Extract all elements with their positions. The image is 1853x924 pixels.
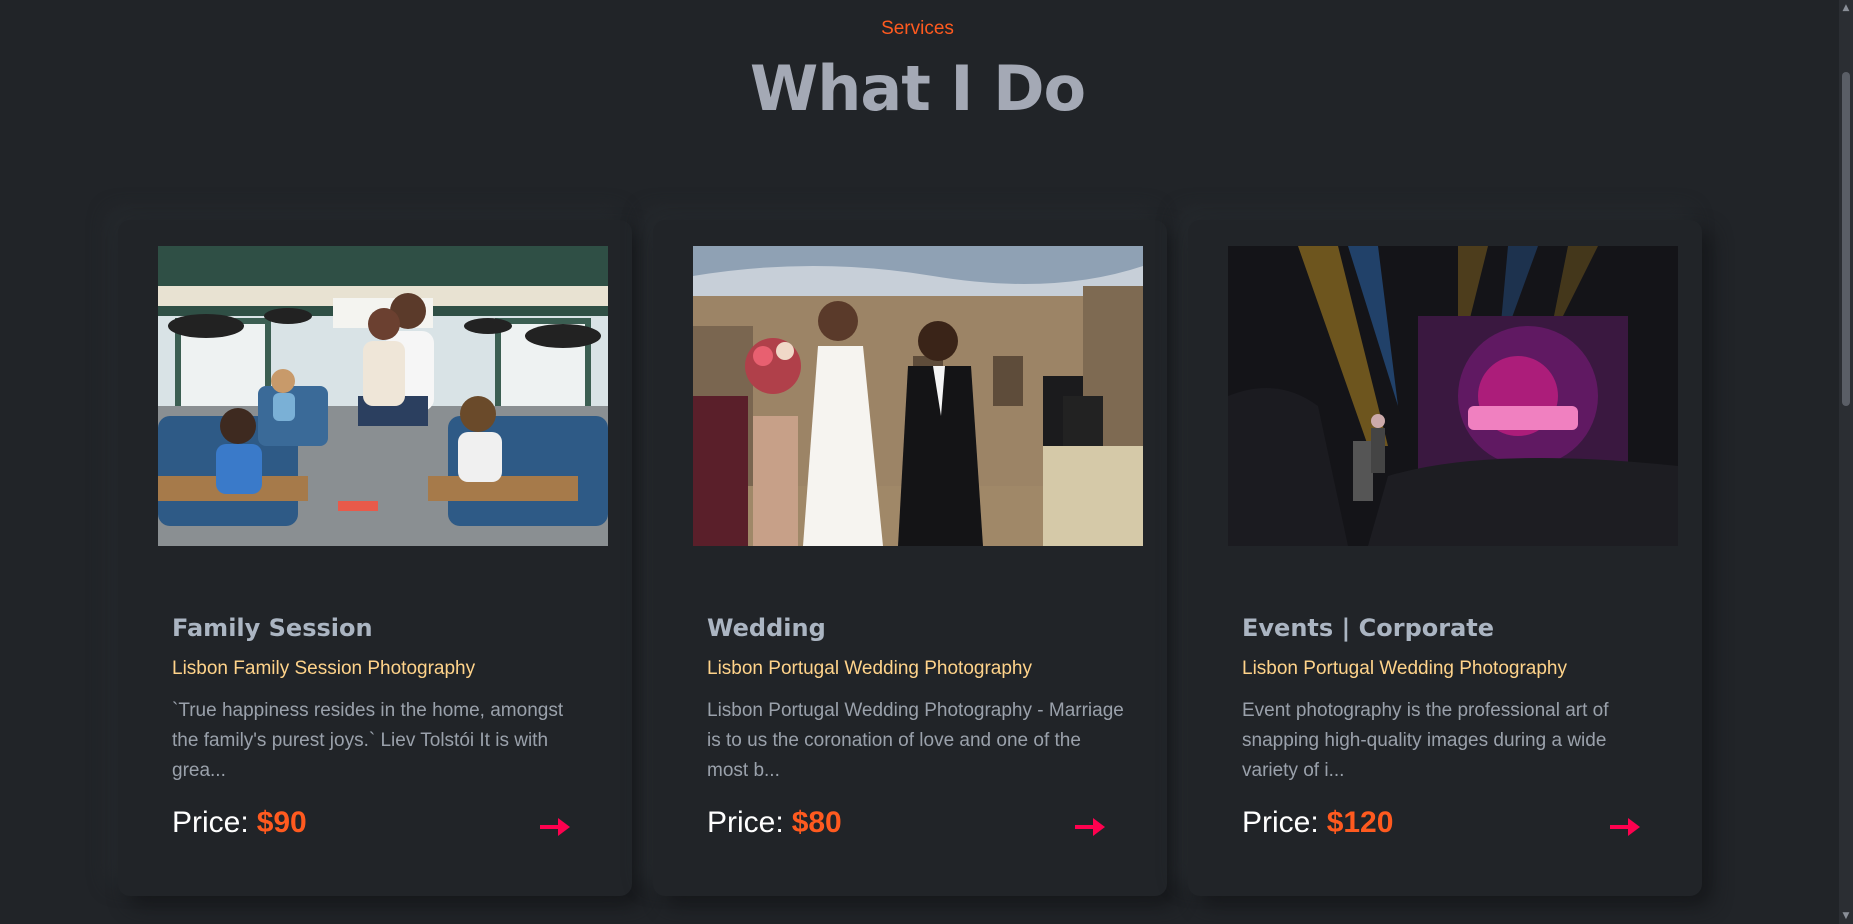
price-label: Price: [1242,806,1319,839]
card-description: `True happiness resides in the home, amo… [172,700,564,781]
scroll-down-icon[interactable]: ▼ [1842,912,1850,921]
price-value: $80 [791,806,842,839]
services-card-list: Family Session Lisbon Family Session Pho… [118,220,1702,896]
card-subtitle: Lisbon Portugal Wedding Photography [1242,658,1567,679]
card-description: Lisbon Portugal Wedding Photography - Ma… [707,700,1124,781]
services-page: Services What I Do Family Session Lisbon… [0,0,1853,924]
scroll-up-icon[interactable]: ▲ [1842,4,1850,13]
service-card-wedding[interactable]: Wedding Lisbon Portugal Wedding Photogra… [653,220,1167,896]
arrow-right-icon[interactable] [1610,816,1642,838]
wedding-couple-photo [693,246,1143,546]
arrow-right-icon[interactable] [1075,816,1107,838]
card-price: Price: $90 [172,806,307,840]
price-value: $90 [256,806,307,839]
vertical-scrollbar[interactable]: ▲ ▼ [1839,0,1853,924]
arrow-right-icon[interactable] [540,816,572,838]
scrollbar-thumb[interactable] [1842,72,1850,406]
section-title: What I Do [749,52,1086,125]
price-label: Price: [707,806,784,839]
service-card-family[interactable]: Family Session Lisbon Family Session Pho… [118,220,632,896]
section-subtitle: Services [881,18,954,39]
card-title: Events | Corporate [1242,614,1495,642]
card-description: Event photography is the professional ar… [1242,700,1609,781]
price-value: $120 [1326,806,1394,839]
card-subtitle: Lisbon Family Session Photography [172,658,476,679]
card-title: Wedding [707,614,826,642]
card-title: Family Session [172,614,373,642]
card-price: Price: $120 [1242,806,1393,840]
price-label: Price: [172,806,249,839]
service-card-events-corporate[interactable]: Events | Corporate Lisbon Portugal Weddi… [1188,220,1702,896]
corporate-event-stage-photo [1228,246,1678,546]
family-bus-photo [158,246,608,546]
card-price: Price: $80 [707,806,842,840]
card-subtitle: Lisbon Portugal Wedding Photography [707,658,1032,679]
